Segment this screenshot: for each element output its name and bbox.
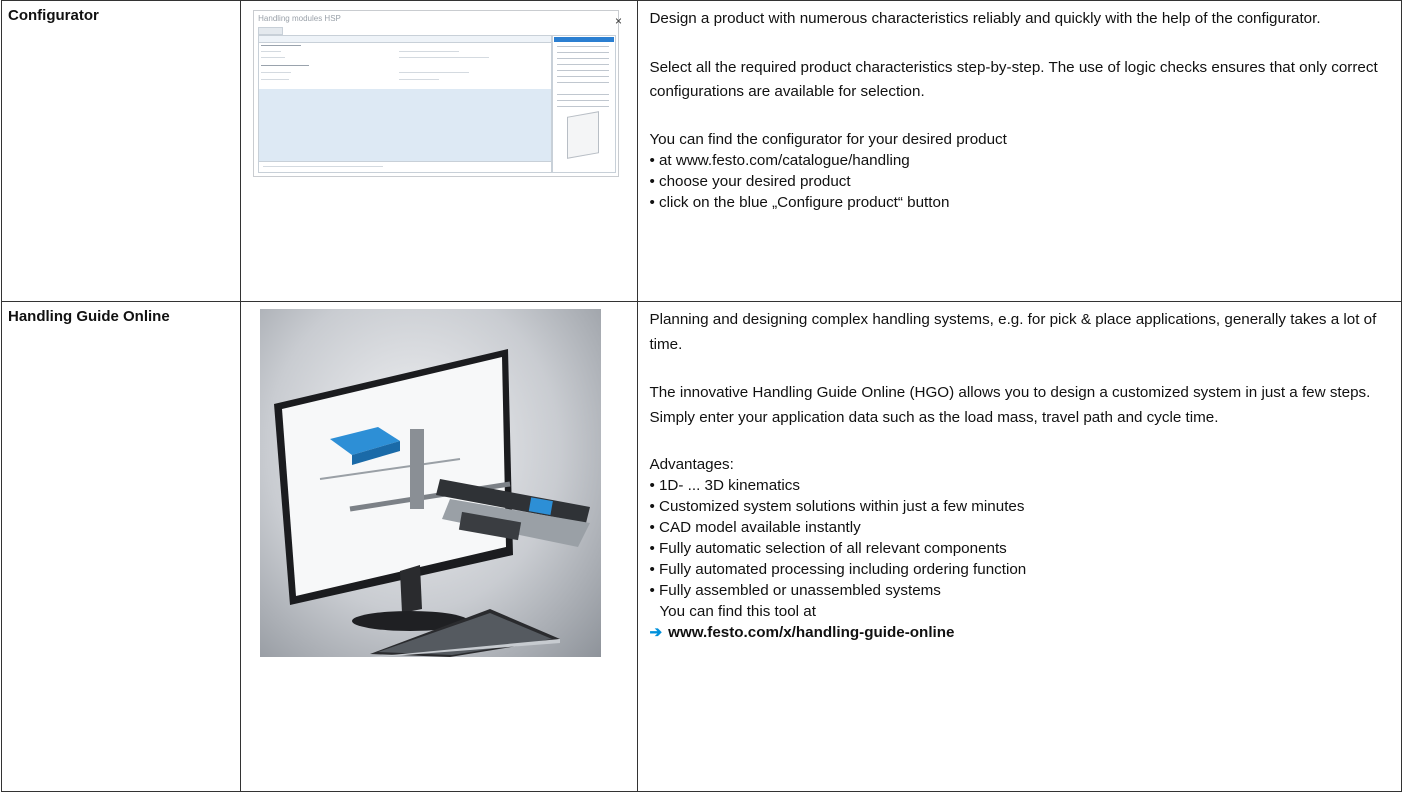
close-icon[interactable]: × bbox=[615, 14, 622, 28]
configurator-screenshot: Handling modules HSP bbox=[253, 10, 620, 177]
bullet-list: • at www.festo.com/catalogue/handling • … bbox=[649, 150, 1393, 213]
hgo-link-line[interactable]: ➔ www.festo.com/x/handling-guide-online bbox=[649, 622, 1393, 643]
bullet-list: • 1D- ... 3D kinematics • Customized sys… bbox=[649, 475, 1393, 601]
list-item: • Fully automatic selection of all relev… bbox=[649, 540, 1007, 557]
list-intro: Advantages: bbox=[649, 456, 734, 473]
screenshot-tab bbox=[258, 27, 284, 35]
list-item: • Fully automated processing including o… bbox=[649, 561, 1027, 578]
feature-table: Configurator Handling modules HSP Design… bbox=[0, 0, 1402, 792]
image-cell-configurator: Handling modules HSP bbox=[240, 0, 639, 302]
product-thumbnail bbox=[567, 111, 600, 159]
list-item: • Customized system solutions within jus… bbox=[649, 498, 1025, 515]
image-cell-hgo bbox=[240, 301, 639, 792]
paragraph: Select all the required product characte… bbox=[649, 58, 1378, 101]
screenshot-main-panel bbox=[258, 35, 553, 173]
list-item: • 1D- ... 3D kinematics bbox=[649, 477, 800, 494]
hgo-link[interactable]: www.festo.com/x/handling-guide-online bbox=[668, 624, 954, 641]
configurator-screenshot-title: Handling modules HSP bbox=[258, 14, 341, 23]
paragraph: Design a product with numerous character… bbox=[649, 10, 1321, 27]
list-item: • CAD model available instantly bbox=[649, 519, 861, 536]
list-item: • click on the blue „Configure product“ … bbox=[649, 193, 950, 211]
list-intro: You can find the configurator for your d… bbox=[649, 130, 1007, 148]
list-item: • Fully assembled or unassembled systems bbox=[649, 582, 941, 599]
list-item: • at www.festo.com/catalogue/handling bbox=[649, 151, 910, 169]
text-cell-configurator: Design a product with numerous character… bbox=[637, 0, 1402, 302]
tool-line: You can find this tool at bbox=[659, 603, 816, 620]
paragraph: Planning and designing complex handling … bbox=[649, 311, 1377, 353]
table-row: Handling Guide Online Planning and desig… bbox=[0, 301, 1402, 792]
text-cell-hgo: Planning and designing complex handling … bbox=[637, 301, 1402, 792]
screenshot-side-panel bbox=[552, 35, 617, 173]
arrow-right-icon: ➔ bbox=[649, 624, 663, 641]
paragraph: The innovative Handling Guide Online (HG… bbox=[649, 384, 1371, 426]
row-label-hgo: Handling Guide Online bbox=[0, 301, 242, 792]
document-page: Configurator Handling modules HSP Design… bbox=[0, 0, 1403, 794]
hgo-monitor-image bbox=[260, 309, 602, 657]
table-row: Configurator Handling modules HSP Design… bbox=[0, 0, 1402, 302]
row-label-configurator: Configurator bbox=[0, 0, 242, 302]
list-item: • choose your desired product bbox=[649, 172, 851, 190]
